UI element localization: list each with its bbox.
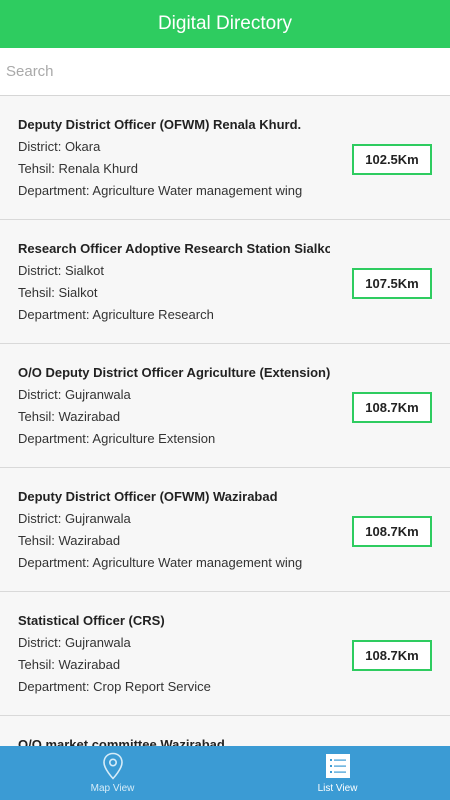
list-item[interactable]: Research Officer Adoptive Research Stati…	[0, 220, 450, 344]
item-department: Department: Agriculture Extension	[18, 431, 216, 446]
list-item[interactable]: Deputy District Officer (OFWM) Renala Kh…	[0, 96, 450, 220]
page-title: Digital Directory	[157, 13, 293, 34]
distance-badge: 108.7Km	[352, 392, 432, 423]
item-title: Statistical Officer (CRS)	[18, 613, 165, 628]
item-title: Research Officer Adoptive Research Stati…	[18, 241, 330, 256]
item-title: O/O market committee Wazirabad	[18, 737, 225, 746]
distance-badge: 108.7Km	[352, 516, 432, 547]
list-icon	[324, 752, 352, 780]
distance-badge: 107.5Km	[352, 268, 432, 299]
directory-list[interactable]: Deputy District Officer (OFWM) Renala Kh…	[0, 96, 450, 746]
distance-badge: 102.5Km	[352, 144, 432, 175]
item-title: O/O Deputy District Officer Agriculture …	[18, 365, 330, 380]
list-item[interactable]: Statistical Officer (CRS) District: Gujr…	[0, 592, 450, 716]
list-item[interactable]: O/O Deputy District Officer Agriculture …	[0, 344, 450, 468]
search-bar[interactable]	[0, 48, 450, 96]
map-pin-icon	[99, 752, 127, 780]
tab-list-view[interactable]: List View	[225, 746, 450, 800]
item-department: Department: Crop Report Service	[18, 679, 211, 694]
tab-bar: Map View List View	[0, 746, 450, 800]
distance-badge: 108.7Km	[352, 640, 432, 671]
item-title: Deputy District Officer (OFWM) Renala Kh…	[18, 117, 302, 132]
tab-map-view[interactable]: Map View	[0, 746, 225, 800]
item-department: Department: Agriculture Research	[18, 307, 214, 322]
item-department: Department: Agriculture Water management…	[18, 555, 303, 570]
item-title: Deputy District Officer (OFWM) Wazirabad	[18, 489, 278, 504]
list-item[interactable]: Deputy District Officer (OFWM) Wazirabad…	[0, 468, 450, 592]
tab-label: Map View	[90, 783, 135, 794]
list-item[interactable]: O/O market committee Wazirabad	[0, 716, 450, 746]
app-header: Digital Directory	[0, 0, 450, 48]
search-input[interactable]	[6, 48, 450, 95]
tab-label: List View	[317, 783, 358, 794]
item-department: Department: Agriculture Water management…	[18, 183, 303, 198]
